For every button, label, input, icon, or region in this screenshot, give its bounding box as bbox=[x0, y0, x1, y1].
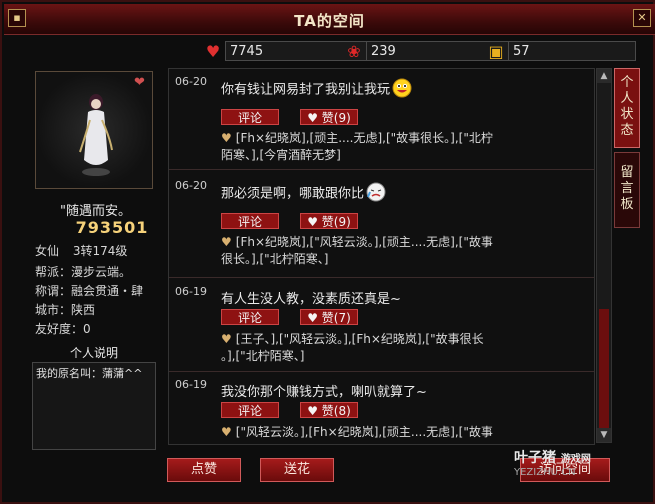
tab-status[interactable]: 个人状态 bbox=[614, 68, 640, 148]
likers-list: ♥ [Fh×纪晓岚],[顽主....无虑],["故事很长。],["北柠 陌寒、],… bbox=[221, 131, 493, 162]
like-post-button[interactable]: ♥ 赞(8) bbox=[300, 402, 358, 418]
post-text: 我没你那个赚钱方式，喇叭就算了~ bbox=[221, 385, 427, 400]
heart-icon: ♥ bbox=[221, 235, 232, 249]
avatar: ❤ bbox=[35, 71, 153, 189]
heart-icon: ♥ bbox=[205, 42, 221, 61]
city: 城市：陕西 bbox=[35, 303, 96, 317]
level: 3转174级 bbox=[72, 244, 128, 258]
divider bbox=[169, 371, 594, 372]
likers-list: ♥ [Fh×纪晓岚],["风轻云淡。],[顽主....无虑],["故事 很长。],… bbox=[221, 235, 493, 266]
likers-list: ♥ [王子、],["风轻云淡。],[Fh×纪晓岚],["故事很长 。],["北柠陌… bbox=[221, 332, 484, 363]
heart-icon: ♥ bbox=[307, 111, 318, 125]
heart-icon: ♥ bbox=[307, 311, 318, 325]
tab-status-label: 个人状态 bbox=[620, 75, 634, 138]
post-date: 06-19 bbox=[175, 285, 207, 298]
scroll-thumb[interactable] bbox=[599, 309, 609, 429]
like-post-button[interactable]: ♥ 赞(9) bbox=[300, 213, 358, 229]
watermark-logo: 叶子猪 游戏网 YEZIZHU.CN bbox=[514, 447, 591, 478]
like-post-button[interactable]: ♥ 赞(9) bbox=[300, 109, 358, 125]
heart-icon: ♥ bbox=[307, 215, 318, 229]
gifts-count: 57 bbox=[508, 41, 636, 61]
grin-emoji-icon bbox=[392, 78, 412, 102]
heart-icon: ♥ bbox=[221, 425, 232, 439]
heart-icon[interactable]: ❤ bbox=[134, 76, 148, 90]
heart-icon: ♥ bbox=[307, 404, 318, 418]
feed-scrollbar[interactable]: ▲ ▼ bbox=[596, 68, 612, 443]
like-post-button[interactable]: ♥ 赞(7) bbox=[300, 309, 358, 325]
gender-class: 女仙 bbox=[35, 244, 60, 258]
post-date: 06-20 bbox=[175, 75, 207, 88]
faction: 帮派：漫步云端。 bbox=[35, 265, 132, 279]
profile-score: 793501 bbox=[75, 218, 149, 237]
comment-button[interactable]: 评论 bbox=[221, 109, 279, 125]
heart-icon: ♥ bbox=[221, 332, 232, 346]
watermark-brand: 叶子猪 bbox=[514, 450, 556, 466]
comment-button[interactable]: 评论 bbox=[221, 213, 279, 229]
watermark-domain: YEZIZHU.CN bbox=[514, 467, 576, 478]
like-button[interactable]: 点赞 bbox=[167, 458, 241, 482]
post-text: 你有钱让网易封了我别让我玩 bbox=[221, 78, 412, 102]
comment-button[interactable]: 评论 bbox=[221, 309, 279, 325]
post-text: 有人生没人教，没素质还真是~ bbox=[221, 292, 401, 307]
crying-emoji-icon bbox=[366, 182, 386, 206]
space-window: ▪ TA的空间 ✕ ♥ 7745 ❀ 239 ▣ 57 ❤ "随遇而安。 793… bbox=[0, 0, 655, 504]
heart-icon: ♥ bbox=[221, 131, 232, 145]
likers-list: ♥ ["风轻云淡。],[Fh×纪晓岚],[顽主....无虑],["故事 bbox=[221, 425, 493, 439]
post-text: 那必须是啊，哪敢跟你比 bbox=[221, 182, 386, 206]
post-date: 06-19 bbox=[175, 378, 207, 391]
scroll-up-icon[interactable]: ▲ bbox=[597, 69, 611, 83]
title: 称谓：融会贯通・肆 bbox=[35, 284, 144, 298]
status-feed[interactable]: 06-20 你有钱让网易封了我别让我玩 评论 ♥ 赞(9) ♥ [Fh×纪晓岚],… bbox=[168, 68, 595, 445]
send-flower-button[interactable]: 送花 bbox=[260, 458, 334, 482]
post-date: 06-20 bbox=[175, 179, 207, 192]
title-bar[interactable]: ▪ TA的空间 ✕ bbox=[4, 4, 655, 35]
class-level-row: 女仙 3转174级 bbox=[35, 242, 127, 259]
comment-button[interactable]: 评论 bbox=[221, 402, 279, 418]
desc-box[interactable]: 我的原名叫：蒲蒲^^ bbox=[32, 362, 156, 450]
divider bbox=[169, 169, 594, 170]
character-figure bbox=[79, 94, 113, 176]
friendliness: 友好度：0 bbox=[35, 322, 91, 336]
window-title: TA的空间 bbox=[294, 12, 365, 30]
divider bbox=[169, 277, 594, 278]
tab-guestbook[interactable]: 留言板 bbox=[614, 152, 640, 228]
scroll-down-icon[interactable]: ▼ bbox=[597, 428, 611, 442]
desc-title: 个人说明 bbox=[69, 346, 118, 360]
profile-motto: "随遇而安。 bbox=[60, 204, 131, 219]
rose-icon: ❀ bbox=[347, 42, 361, 61]
gift-icon: ▣ bbox=[488, 42, 504, 61]
watermark-sub: 游戏网 bbox=[560, 454, 591, 465]
desc-text: 我的原名叫：蒲蒲^^ bbox=[36, 367, 143, 380]
tab-guestbook-label: 留言板 bbox=[620, 165, 634, 212]
close-icon[interactable]: ✕ bbox=[633, 9, 651, 27]
